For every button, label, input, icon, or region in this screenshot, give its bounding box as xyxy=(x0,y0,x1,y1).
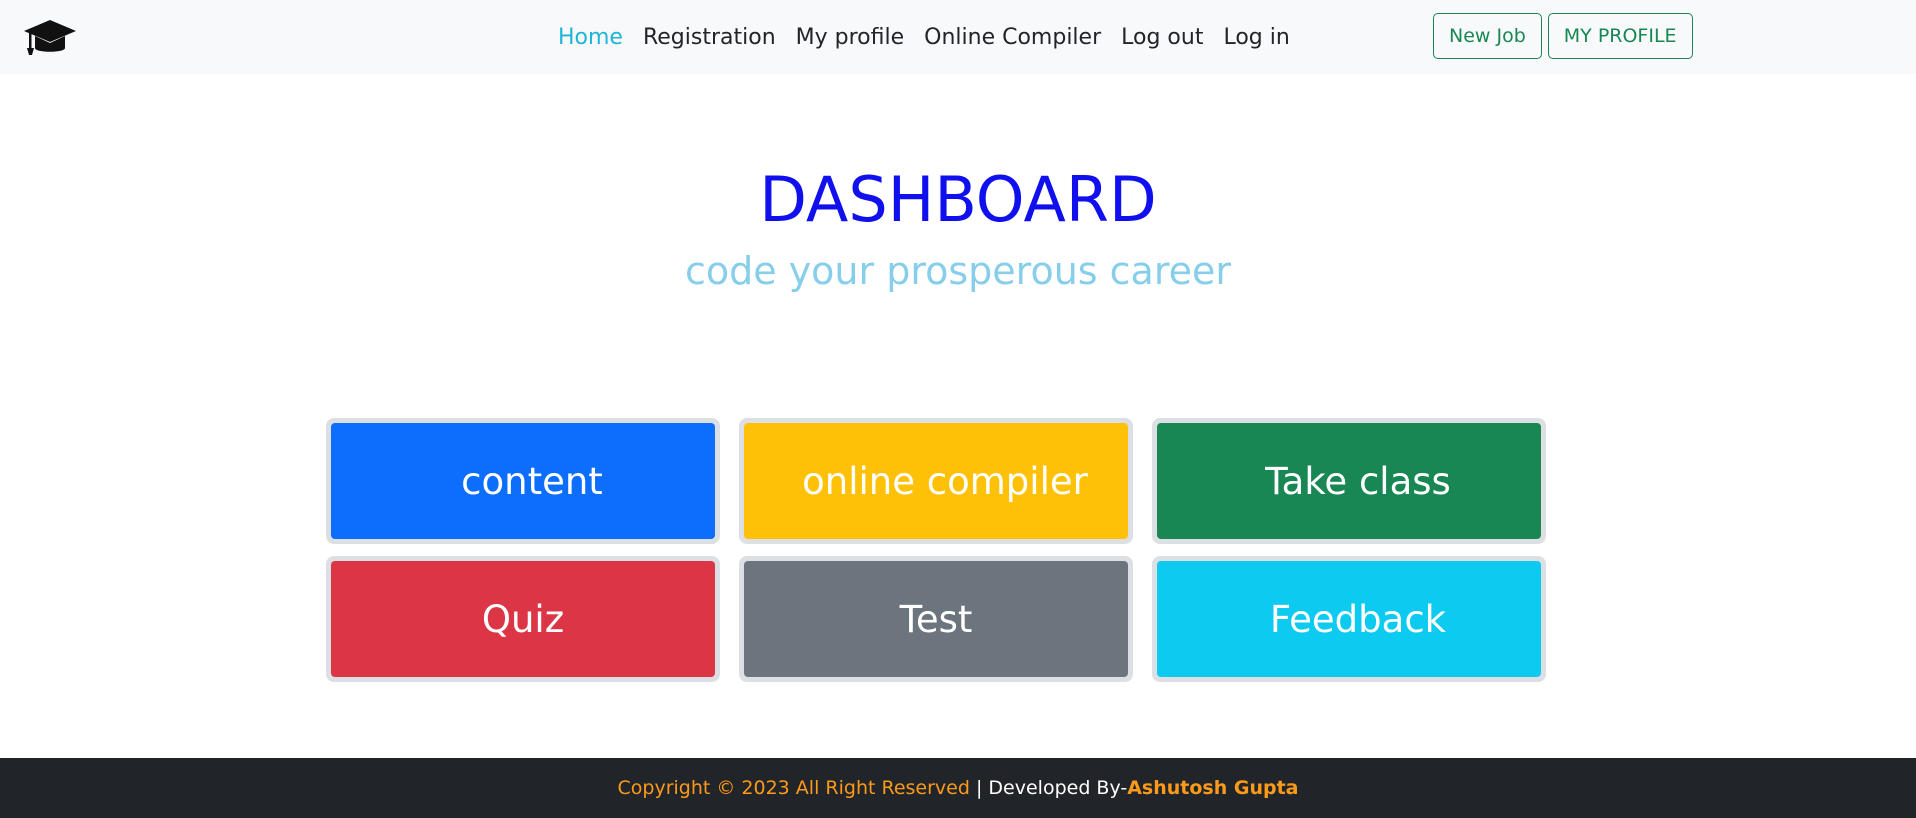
tile-frame: content xyxy=(326,418,720,544)
tile-frame: Take class xyxy=(1152,418,1546,544)
tile-frame: Test xyxy=(739,556,1133,682)
feedback-tile-button[interactable]: Feedback xyxy=(1157,561,1541,677)
page-title: DASHBOARD xyxy=(759,163,1157,236)
nav-link-online-compiler[interactable]: Online Compiler xyxy=(914,25,1111,50)
content-tile-button[interactable]: content xyxy=(331,423,715,539)
nav-link-my-profile[interactable]: My profile xyxy=(786,25,915,50)
tile-frame: Quiz xyxy=(326,556,720,682)
nav-actions: New Job MY PROFILE xyxy=(1433,13,1693,59)
page: Home Registration My profile Online Comp… xyxy=(0,0,1916,818)
new-job-button[interactable]: New Job xyxy=(1433,13,1542,59)
footer: Copyright © 2023 All Right Reserved | De… xyxy=(0,758,1916,818)
nav-link-home[interactable]: Home xyxy=(548,25,633,50)
take-class-tile-button[interactable]: Take class xyxy=(1157,423,1541,539)
brand-logo[interactable] xyxy=(23,18,77,58)
page-subtitle: code your prosperous career xyxy=(684,249,1232,293)
online-compiler-tile-button[interactable]: online compiler xyxy=(744,423,1128,539)
footer-developer-name: Ashutosh Gupta xyxy=(1127,777,1299,799)
dashboard-tiles: content online compiler Take class Quiz … xyxy=(326,418,1546,682)
footer-separator: | xyxy=(969,777,989,799)
my-profile-button[interactable]: MY PROFILE xyxy=(1547,13,1693,59)
tile-frame: Feedback xyxy=(1152,556,1546,682)
nav-link-log-in[interactable]: Log in xyxy=(1213,25,1299,50)
footer-developed-by: Developed By- xyxy=(988,777,1128,799)
test-tile-button[interactable]: Test xyxy=(744,561,1128,677)
navbar: Home Registration My profile Online Comp… xyxy=(0,0,1916,74)
tile-frame: online compiler xyxy=(739,418,1133,544)
nav-links: Home Registration My profile Online Comp… xyxy=(548,0,1300,74)
nav-link-log-out[interactable]: Log out xyxy=(1111,25,1213,50)
footer-copyright: Copyright © 2023 All Right Reserved xyxy=(617,777,970,799)
nav-link-registration[interactable]: Registration xyxy=(633,25,786,50)
quiz-tile-button[interactable]: Quiz xyxy=(331,561,715,677)
graduation-cap-icon xyxy=(24,20,76,55)
